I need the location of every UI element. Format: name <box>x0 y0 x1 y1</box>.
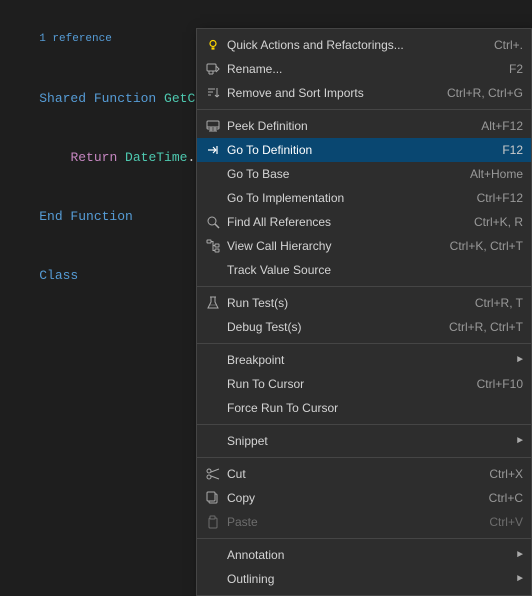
force-run-label: Force Run To Cursor <box>227 401 507 415</box>
menu-item-rename[interactable]: Rename... F2 <box>197 57 531 81</box>
menu-item-go-to-definition[interactable]: Go To Definition F12 <box>197 138 531 162</box>
context-menu: Quick Actions and Refactorings... Ctrl+.… <box>196 28 532 596</box>
menu-item-peek-definition[interactable]: Peek Definition Alt+F12 <box>197 114 531 138</box>
keyword-return: Return <box>70 150 125 165</box>
menu-item-track-value[interactable]: Track Value Source <box>197 258 531 282</box>
menu-item-copy[interactable]: Copy Ctrl+C <box>197 486 531 510</box>
go-to-implementation-label: Go To Implementation <box>227 191 461 205</box>
annotation-icon <box>203 547 223 563</box>
copy-shortcut: Ctrl+C <box>489 491 523 505</box>
menu-item-go-to-base[interactable]: Go To Base Alt+Home <box>197 162 531 186</box>
reference-hint: 1 reference <box>39 33 112 45</box>
menu-item-debug-tests[interactable]: Debug Test(s) Ctrl+R, Ctrl+T <box>197 315 531 339</box>
separator-1 <box>197 109 531 110</box>
run-to-cursor-label: Run To Cursor <box>227 377 461 391</box>
annotation-arrow: ► <box>517 550 523 561</box>
outlining-icon <box>203 571 223 587</box>
remove-sort-shortcut: Ctrl+R, Ctrl+G <box>447 86 523 100</box>
track-value-icon <box>203 262 223 278</box>
paste-shortcut: Ctrl+V <box>489 515 523 529</box>
lightbulb-icon <box>203 37 223 53</box>
run-to-cursor-icon <box>203 376 223 392</box>
run-tests-label: Run Test(s) <box>227 296 459 310</box>
code-indent <box>39 150 70 165</box>
quick-actions-shortcut: Ctrl+. <box>494 38 523 52</box>
view-call-hierarchy-label: View Call Hierarchy <box>227 239 434 253</box>
go-to-implementation-icon <box>203 190 223 206</box>
menu-item-run-tests[interactable]: Run Test(s) Ctrl+R, T <box>197 291 531 315</box>
peek-icon <box>203 118 223 134</box>
separator-4 <box>197 424 531 425</box>
peek-definition-label: Peek Definition <box>227 119 465 133</box>
remove-sort-label: Remove and Sort Imports <box>227 86 431 100</box>
debug-tests-shortcut: Ctrl+R, Ctrl+T <box>449 320 523 334</box>
menu-item-breakpoint[interactable]: Breakpoint ► <box>197 348 531 372</box>
rename-shortcut: F2 <box>509 62 523 76</box>
run-tests-shortcut: Ctrl+R, T <box>475 296 523 310</box>
separator-3 <box>197 343 531 344</box>
call-hierarchy-icon <box>203 238 223 254</box>
menu-item-outlining[interactable]: Outlining ► <box>197 567 531 591</box>
view-call-hierarchy-shortcut: Ctrl+K, Ctrl+T <box>450 239 523 253</box>
quick-actions-label: Quick Actions and Refactorings... <box>227 38 478 52</box>
menu-item-snippet[interactable]: Snippet ► <box>197 429 531 453</box>
go-to-definition-label: Go To Definition <box>227 143 486 157</box>
track-value-label: Track Value Source <box>227 263 507 277</box>
go-to-base-label: Go To Base <box>227 167 454 181</box>
outlining-label: Outlining <box>227 572 497 586</box>
snippet-label: Snippet <box>227 434 497 448</box>
menu-item-force-run[interactable]: Force Run To Cursor <box>197 396 531 420</box>
separator-2 <box>197 286 531 287</box>
find-all-references-shortcut: Ctrl+K, R <box>474 215 523 229</box>
snippet-arrow: ► <box>517 436 523 447</box>
go-to-definition-icon <box>203 142 223 158</box>
copy-icon <box>203 490 223 506</box>
breakpoint-icon <box>203 352 223 368</box>
sort-icon <box>203 85 223 101</box>
beaker-icon <box>203 295 223 311</box>
go-to-definition-shortcut: F12 <box>502 143 523 157</box>
separator-6 <box>197 538 531 539</box>
menu-item-cut[interactable]: Cut Ctrl+X <box>197 462 531 486</box>
annotation-label: Annotation <box>227 548 497 562</box>
menu-item-quick-actions[interactable]: Quick Actions and Refactorings... Ctrl+. <box>197 33 531 57</box>
scissors-icon <box>203 466 223 482</box>
rename-icon <box>203 61 223 77</box>
force-run-icon <box>203 400 223 416</box>
breakpoint-label: Breakpoint <box>227 353 497 367</box>
separator-5 <box>197 457 531 458</box>
go-to-base-shortcut: Alt+Home <box>470 167 523 181</box>
cut-label: Cut <box>227 467 473 481</box>
debug-tests-label: Debug Test(s) <box>227 320 433 334</box>
menu-item-annotation[interactable]: Annotation ► <box>197 543 531 567</box>
debug-tests-icon <box>203 319 223 335</box>
menu-item-run-to-cursor[interactable]: Run To Cursor Ctrl+F10 <box>197 372 531 396</box>
paste-icon <box>203 514 223 530</box>
keyword-class: Class <box>39 268 78 283</box>
cut-shortcut: Ctrl+X <box>489 467 523 481</box>
find-all-references-label: Find All References <box>227 215 458 229</box>
keyword-function: Function <box>94 91 164 106</box>
copy-label: Copy <box>227 491 473 505</box>
run-to-cursor-shortcut: Ctrl+F10 <box>477 377 523 391</box>
go-to-base-icon <box>203 166 223 182</box>
menu-item-view-call-hierarchy[interactable]: View Call Hierarchy Ctrl+K, Ctrl+T <box>197 234 531 258</box>
go-to-implementation-shortcut: Ctrl+F12 <box>477 191 523 205</box>
breakpoint-arrow: ► <box>517 355 523 366</box>
keyword-shared: Shared <box>39 91 94 106</box>
rename-label: Rename... <box>227 62 493 76</box>
menu-item-paste[interactable]: Paste Ctrl+V <box>197 510 531 534</box>
menu-item-find-all-references[interactable]: Find All References Ctrl+K, R <box>197 210 531 234</box>
peek-definition-shortcut: Alt+F12 <box>481 119 523 133</box>
outlining-arrow: ► <box>517 574 523 585</box>
menu-item-go-to-implementation[interactable]: Go To Implementation Ctrl+F12 <box>197 186 531 210</box>
find-references-icon <box>203 214 223 230</box>
keyword-end-function: End Function <box>39 209 133 224</box>
datetime-class: DateTime <box>125 150 187 165</box>
snippet-icon <box>203 433 223 449</box>
menu-item-remove-sort[interactable]: Remove and Sort Imports Ctrl+R, Ctrl+G <box>197 81 531 105</box>
paste-label: Paste <box>227 515 473 529</box>
